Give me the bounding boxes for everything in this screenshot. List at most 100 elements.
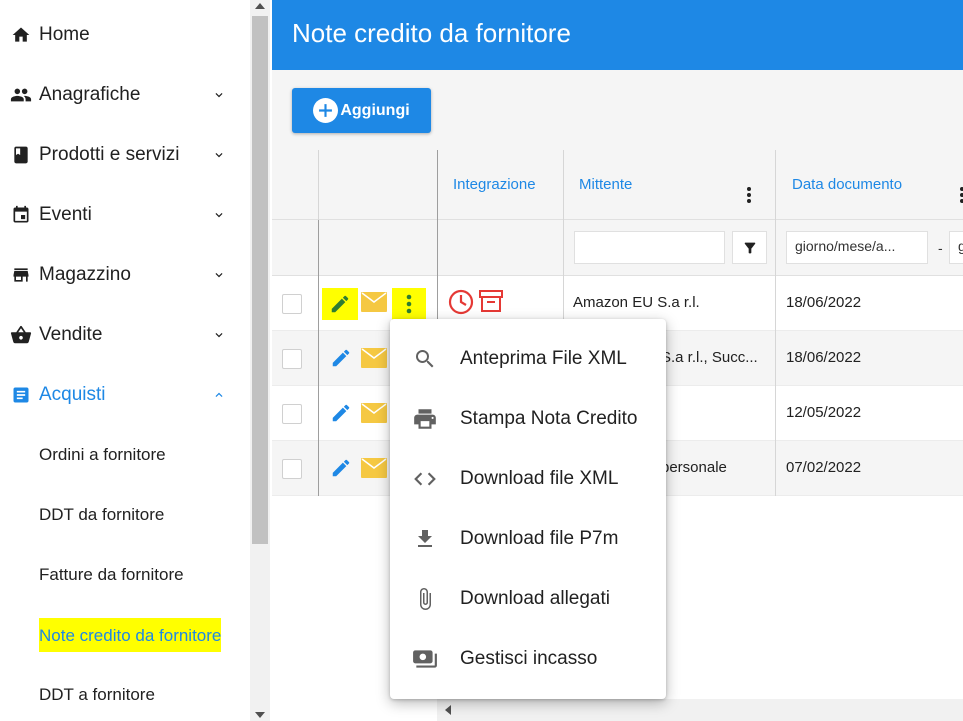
sidebar-item-prodotti[interactable]: Prodotti e servizi: [0, 125, 250, 185]
sidebar-item-label: Eventi: [39, 204, 92, 225]
people-icon: [10, 84, 32, 106]
scrollbar-thumb[interactable]: [252, 16, 268, 544]
mittente-filter-input[interactable]: [574, 231, 725, 264]
row-checkbox[interactable]: [282, 294, 302, 314]
download-icon: [412, 526, 438, 552]
mail-icon[interactable]: [361, 458, 387, 483]
menu-item-download-xml[interactable]: Download file XML: [390, 449, 666, 509]
toolbar: Aggiungi: [272, 70, 963, 150]
date-to-filter-input[interactable]: g: [949, 231, 963, 264]
add-circle-icon: [313, 98, 339, 123]
sidebar-subitem-label: Ordini a fornitore: [39, 445, 166, 464]
app-root: Home Anagrafiche Prodotti e servizi Even…: [0, 0, 963, 721]
sidebar-scrollbar[interactable]: [250, 0, 270, 721]
sidebar-subitem-note-credito[interactable]: Note credito da fornitore: [0, 605, 250, 665]
add-button-label: Aggiungi: [340, 101, 410, 119]
calendar-icon: [10, 204, 32, 226]
archive-icon[interactable]: [478, 288, 504, 319]
menu-item-download-allegati[interactable]: Download allegati: [390, 569, 666, 629]
sidebar-item-anagrafiche[interactable]: Anagrafiche: [0, 65, 250, 125]
grid-filter-row: giorno/mese/a... - g: [272, 220, 963, 276]
payments-icon: [412, 646, 438, 672]
column-divider: [318, 220, 319, 496]
column-divider: [318, 150, 319, 220]
warehouse-icon: [10, 264, 32, 286]
edit-pencil-icon[interactable]: [322, 288, 358, 320]
scroll-left-arrow-icon[interactable]: [445, 705, 451, 715]
mail-icon[interactable]: [361, 292, 387, 317]
sidebar-item-label: Home: [39, 24, 90, 45]
receipt-icon: [10, 384, 32, 406]
sidebar-subitem-label: Fatture da fornitore: [39, 565, 184, 584]
sidebar: Home Anagrafiche Prodotti e servizi Even…: [0, 0, 250, 721]
cell-mittente: personale: [661, 459, 727, 476]
row-checkbox[interactable]: [282, 404, 302, 424]
cell-data-documento: 12/05/2022: [786, 404, 862, 421]
scroll-down-arrow-icon[interactable]: [255, 712, 265, 718]
page-header: Note credito da fornitore: [272, 0, 963, 70]
column-header-integrazione[interactable]: Integrazione: [453, 176, 536, 193]
sidebar-subitem-label: DDT a fornitore: [39, 685, 155, 704]
home-icon: [10, 24, 32, 46]
date-range-separator: -: [938, 240, 943, 256]
grid-horizontal-scrollbar[interactable]: [437, 699, 963, 721]
sidebar-item-eventi[interactable]: Eventi: [0, 185, 250, 245]
menu-item-stampa[interactable]: Stampa Nota Credito: [390, 389, 666, 449]
mail-icon[interactable]: [361, 403, 387, 428]
sidebar-item-label: Acquisti: [39, 384, 106, 405]
cell-data-documento: 18/06/2022: [786, 349, 862, 366]
scroll-up-arrow-icon[interactable]: [255, 3, 265, 9]
menu-item-label: Download file XML: [460, 468, 619, 489]
menu-item-label: Stampa Nota Credito: [460, 408, 638, 429]
sidebar-item-magazzino[interactable]: Magazzino: [0, 245, 250, 305]
sidebar-item-vendite[interactable]: Vendite: [0, 305, 250, 365]
cell-data-documento: 07/02/2022: [786, 459, 862, 476]
add-button[interactable]: Aggiungi: [292, 88, 431, 133]
mail-icon[interactable]: [361, 348, 387, 373]
chevron-down-icon: [215, 153, 223, 158]
menu-item-download-p7m[interactable]: Download file P7m: [390, 509, 666, 569]
filter-icon: [744, 242, 755, 253]
page-title: Note credito da fornitore: [292, 18, 571, 48]
filter-button[interactable]: [732, 231, 767, 264]
attachment-icon: [412, 586, 438, 612]
edit-pencil-icon[interactable]: [330, 457, 352, 484]
search-icon: [412, 346, 438, 372]
cell-mittente: S.a r.l., Succ...: [661, 349, 758, 366]
menu-item-gestisci-incasso[interactable]: Gestisci incasso: [390, 629, 666, 689]
code-icon: [412, 466, 438, 492]
edit-pencil-icon[interactable]: [330, 402, 352, 429]
menu-item-label: Download file P7m: [460, 528, 619, 549]
column-divider: [775, 150, 776, 496]
column-header-mittente[interactable]: Mittente: [579, 176, 632, 193]
sidebar-subitem-ddt-da[interactable]: DDT da fornitore: [0, 485, 250, 545]
sidebar-subitem-ordini[interactable]: Ordini a fornitore: [0, 425, 250, 485]
column-menu-icon[interactable]: [959, 186, 963, 209]
row-menu-icon[interactable]: [392, 288, 426, 320]
date-from-filter-input[interactable]: giorno/mese/a...: [786, 231, 928, 264]
row-checkbox[interactable]: [282, 349, 302, 369]
sidebar-item-label: Prodotti e servizi: [39, 144, 180, 165]
sidebar-subitem-label: Note credito da fornitore: [39, 618, 222, 652]
sidebar-subitem-ddt-a[interactable]: DDT a fornitore: [0, 665, 250, 721]
menu-item-label: Gestisci incasso: [460, 648, 598, 669]
edit-pencil-icon[interactable]: [330, 347, 352, 374]
cell-data-documento: 18/06/2022: [786, 294, 862, 311]
column-menu-icon[interactable]: [746, 186, 752, 209]
chevron-down-icon: [215, 93, 223, 98]
row-checkbox[interactable]: [282, 459, 302, 479]
sidebar-item-acquisti[interactable]: Acquisti: [0, 365, 250, 425]
book-icon: [10, 144, 32, 166]
sidebar-item-home[interactable]: Home: [0, 5, 250, 65]
sidebar-subitem-fatture[interactable]: Fatture da fornitore: [0, 545, 250, 605]
row-context-menu: Anteprima File XML Stampa Nota Credito D…: [390, 319, 666, 699]
menu-item-label: Download allegati: [460, 588, 610, 609]
column-header-data-documento[interactable]: Data documento: [792, 176, 902, 193]
basket-icon: [10, 324, 32, 346]
chevron-up-icon: [215, 392, 223, 397]
sidebar-item-label: Vendite: [39, 324, 103, 345]
chevron-down-icon: [215, 213, 223, 218]
menu-item-anteprima-xml[interactable]: Anteprima File XML: [390, 329, 666, 389]
clock-icon[interactable]: [448, 289, 474, 320]
chevron-down-icon: [215, 333, 223, 338]
